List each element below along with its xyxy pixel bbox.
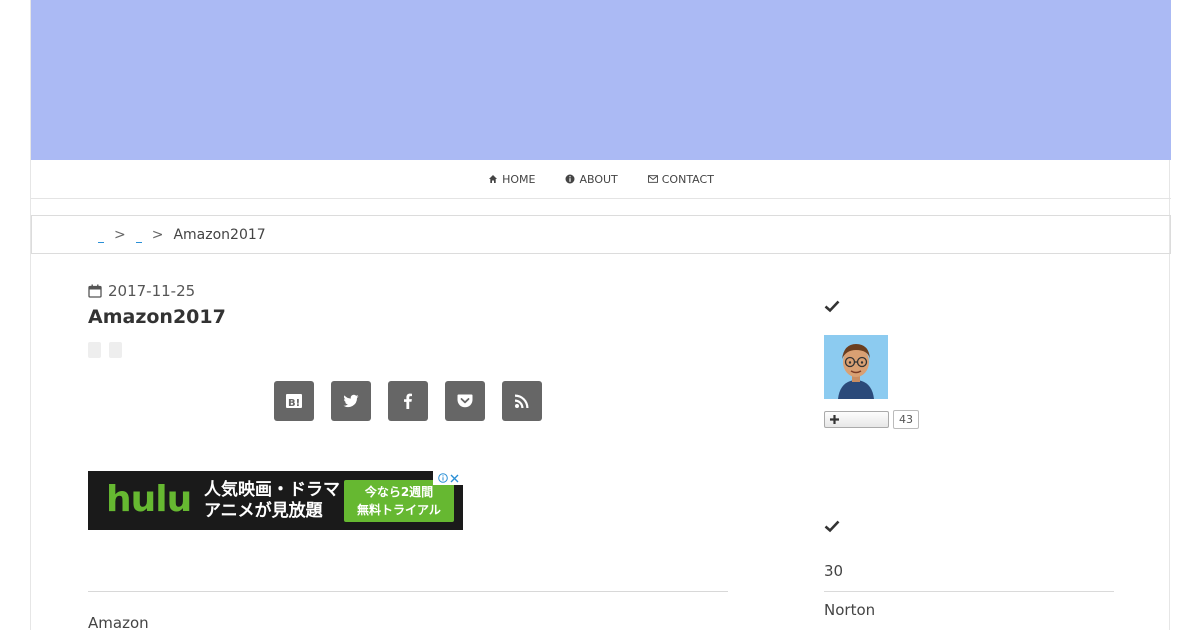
check-icon: [824, 520, 840, 533]
advertisement-banner[interactable]: hulu 人気映画・ドラマ・ アニメが見放題 今なら2週間 無料トライアル: [88, 471, 463, 530]
pocket-icon: [457, 394, 473, 408]
nav-about[interactable]: ABOUT: [565, 172, 618, 186]
sidebar: 43 30 Norton: [824, 298, 1114, 619]
post-body-text: Amazon: [88, 614, 149, 632]
pocket-share-button[interactable]: [445, 381, 485, 421]
nav-contact[interactable]: CONTACT: [647, 172, 714, 186]
breadcrumb-separator: >: [114, 226, 126, 243]
avatar[interactable]: [824, 335, 888, 399]
home-icon: [489, 175, 498, 183]
sidebar-list-item[interactable]: 30: [824, 562, 1114, 580]
page: HOME ABOUT CONTACT > > Amazon2017 2017-1…: [30, 0, 1171, 632]
ad-choices[interactable]: [433, 471, 463, 485]
nav-home-label: HOME: [502, 172, 536, 186]
ad-text-line: 人気映画・ドラマ・: [204, 480, 357, 500]
check-icon: [824, 300, 840, 313]
ad-text-line: アニメが見放題: [204, 501, 323, 521]
tag-chip[interactable]: [109, 342, 122, 358]
facebook-icon: [404, 393, 412, 409]
ad-logo: hulu: [106, 479, 192, 520]
breadcrumb-home-link[interactable]: [98, 232, 104, 243]
post-date-text: 2017-11-25: [108, 282, 196, 300]
twitter-icon: [343, 394, 359, 408]
nav-contact-label: CONTACT: [661, 172, 714, 186]
hatena-share-button[interactable]: B!: [274, 381, 314, 421]
twitter-share-button[interactable]: [331, 381, 371, 421]
hatena-bookmark-icon: B!: [286, 394, 302, 409]
post-tags: [88, 342, 728, 358]
rss-feed-button[interactable]: [502, 381, 542, 421]
rss-icon: [515, 394, 529, 408]
post-title: Amazon2017: [88, 306, 226, 328]
ad-text: 人気映画・ドラマ・ アニメが見放題: [204, 480, 357, 522]
calendar-icon: [88, 284, 102, 298]
sidebar-divider: [824, 591, 1114, 592]
header-banner[interactable]: [31, 0, 1171, 160]
envelope-icon: [647, 175, 658, 183]
info-icon: [437, 473, 448, 483]
follow-button[interactable]: [824, 411, 889, 428]
ad-cta-button[interactable]: 今なら2週間 無料トライアル: [344, 480, 454, 522]
avatar-illustration: [824, 335, 888, 399]
svg-text:B!: B!: [288, 398, 300, 409]
nav-about-label: ABOUT: [579, 172, 618, 186]
tag-chip[interactable]: [88, 342, 101, 358]
follower-count: 43: [893, 410, 919, 429]
main-nav: HOME ABOUT CONTACT: [31, 160, 1171, 199]
post-date: 2017-11-25: [88, 282, 728, 300]
content-divider: [88, 591, 728, 592]
breadcrumb-category-link[interactable]: [135, 232, 142, 243]
sidebar-list-item[interactable]: Norton: [824, 601, 1114, 619]
breadcrumb-current: Amazon2017: [173, 226, 266, 243]
ad-cta-line: 無料トライアル: [357, 503, 441, 517]
facebook-share-button[interactable]: [388, 381, 428, 421]
plus-icon: [830, 415, 839, 424]
breadcrumb: > > Amazon2017: [31, 215, 1171, 254]
post-main: 2017-11-25 Amazon2017 B! hulu 人気映画・ドラマ・ …: [88, 282, 728, 632]
breadcrumb-separator: >: [151, 226, 164, 243]
nav-home[interactable]: HOME: [488, 173, 535, 186]
follow-widget: 43: [824, 410, 919, 429]
share-buttons: B!: [274, 381, 542, 421]
info-icon: [565, 174, 575, 184]
ad-cta-line: 今なら2週間: [364, 485, 434, 499]
close-icon: [450, 474, 458, 482]
